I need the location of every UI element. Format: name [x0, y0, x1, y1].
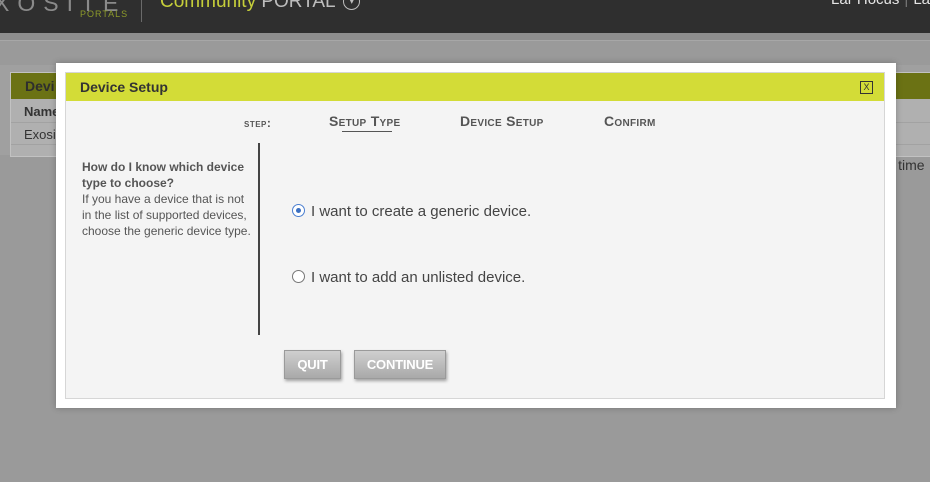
option-label: I want to add an unlisted device.	[311, 269, 526, 286]
background-column-header: Name	[24, 104, 60, 119]
help-text: If you have a device that is not in the …	[82, 192, 251, 238]
step-device-setup[interactable]: Device Setup	[460, 113, 544, 129]
active-step-indicator	[342, 131, 392, 132]
top-bar: XOSITE PORTALS Community PORTAL ▾ Lar Ho…	[0, 0, 930, 33]
option-generic-device[interactable]: I want to create a generic device.	[292, 203, 531, 220]
portal-title-part2: PORTAL	[261, 0, 335, 12]
logo-subtext: PORTALS	[80, 9, 129, 19]
step-confirm[interactable]: Confirm	[604, 113, 656, 129]
step-label: step:	[244, 116, 272, 130]
dialog-header: Device Setup X	[66, 73, 884, 101]
radio-unselected-icon[interactable]	[292, 269, 305, 283]
user-separator: |	[904, 0, 908, 8]
background-table-cell: Exosi	[24, 127, 56, 142]
option-unlisted-device[interactable]: I want to add an unlisted device.	[292, 269, 525, 286]
user-menu-link[interactable]: La	[913, 0, 930, 8]
background-card-title: Devi	[25, 78, 55, 94]
portal-title-part1: Community	[160, 0, 257, 12]
continue-button[interactable]: CONTINUE	[354, 350, 446, 379]
header-divider	[141, 0, 142, 22]
user-area: Lar Hocus | La	[831, 0, 930, 8]
help-panel: How do I know which device type to choos…	[82, 159, 252, 239]
chevron-down-icon[interactable]: ▾	[343, 0, 361, 11]
vertical-divider	[258, 143, 260, 335]
help-question: How do I know which device type to choos…	[82, 160, 245, 190]
device-setup-dialog: Device Setup X step: Setup Type Device S…	[65, 72, 885, 399]
wizard-steps: step: Setup Type Device Setup Confirm	[66, 113, 884, 135]
modal-overlay-frame: Device Setup X step: Setup Type Device S…	[56, 63, 896, 408]
dialog-title: Device Setup	[80, 79, 168, 95]
step-setup-type[interactable]: Setup Type	[329, 113, 400, 129]
radio-selected-icon[interactable]	[292, 203, 305, 217]
option-label: I want to create a generic device.	[311, 203, 532, 220]
quit-button[interactable]: QUIT	[284, 350, 341, 379]
close-icon[interactable]: X	[860, 81, 873, 94]
portal-title[interactable]: Community PORTAL ▾	[160, 0, 361, 13]
user-name-link[interactable]: Lar Hocus	[831, 0, 899, 8]
sub-bar	[0, 33, 930, 41]
